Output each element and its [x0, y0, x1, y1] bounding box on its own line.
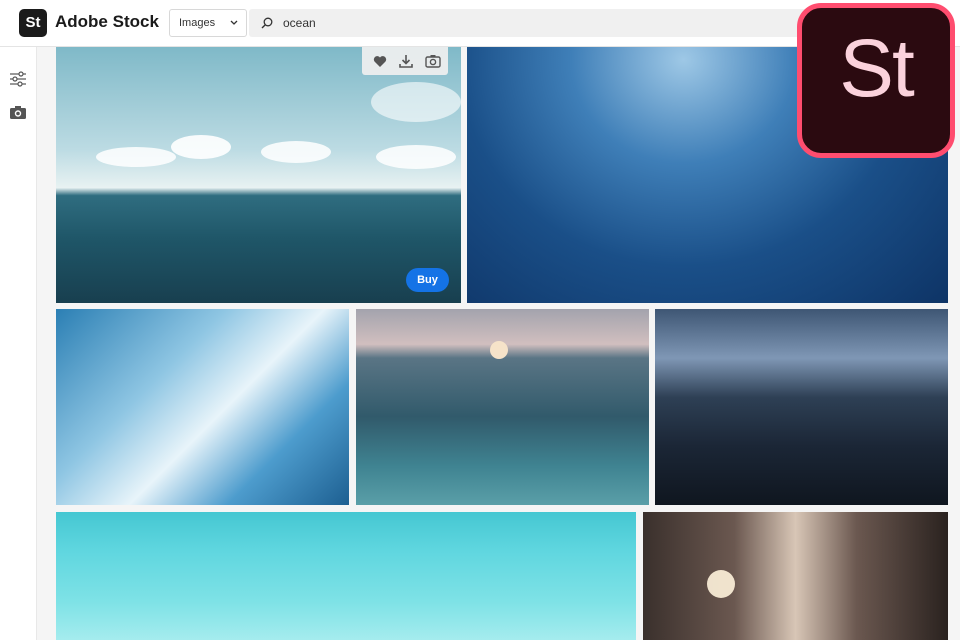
clouds-decoration: [96, 82, 461, 169]
result-image-4[interactable]: [356, 309, 649, 505]
search-input[interactable]: ocean: [283, 16, 316, 30]
result-image-7[interactable]: [643, 512, 948, 640]
heart-icon[interactable]: [372, 53, 388, 69]
camera-icon[interactable]: [9, 104, 27, 120]
cliff-sun-decoration: [707, 570, 735, 598]
filter-sliders-icon[interactable]: [9, 71, 27, 87]
chevron-down-icon: [230, 20, 238, 25]
brand-name[interactable]: Adobe Stock: [55, 12, 159, 32]
search-bar[interactable]: ocean: [249, 9, 809, 37]
buy-button[interactable]: Buy: [406, 268, 449, 292]
left-rail: [0, 47, 37, 640]
result-image-1[interactable]: [56, 47, 461, 303]
adobe-stock-app-icon: St: [797, 3, 955, 158]
image-actions-bar: [362, 47, 448, 75]
camera-icon[interactable]: [425, 53, 441, 69]
asset-type-label: Images: [179, 17, 216, 29]
sun-decoration: [490, 341, 508, 359]
asset-type-dropdown[interactable]: Images: [169, 9, 247, 37]
result-image-6[interactable]: [56, 512, 636, 640]
result-image-5[interactable]: [655, 309, 948, 505]
adobe-stock-logo[interactable]: St: [19, 9, 47, 37]
app-icon-text: St: [839, 23, 914, 114]
result-image-3[interactable]: [56, 309, 349, 505]
search-icon: [261, 17, 273, 29]
download-icon[interactable]: [398, 53, 414, 69]
